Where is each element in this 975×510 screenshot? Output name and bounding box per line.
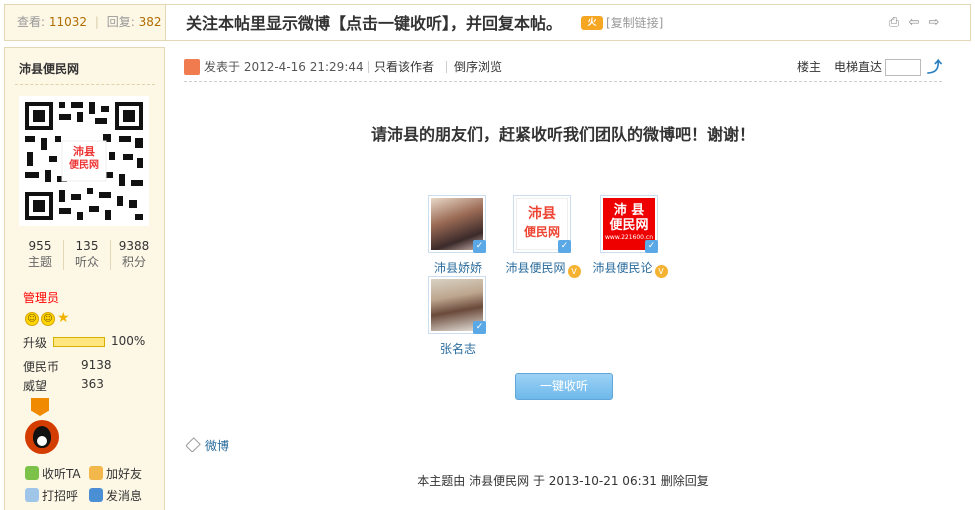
author-icon — [184, 59, 200, 75]
print-icon[interactable]: ⎙ — [886, 15, 902, 31]
sun-rank-icon: ☺ — [41, 312, 55, 326]
currency-value: 9138 — [81, 358, 112, 372]
stat-label: 听众 — [74, 255, 99, 269]
weibo-user-name[interactable]: 沛县娇娇 — [418, 259, 498, 276]
user-group[interactable]: 管理员 — [23, 289, 59, 306]
verified-icon: ✓ — [645, 240, 658, 253]
add-friend-icon — [89, 466, 103, 480]
copy-link-button[interactable]: [复制链接] — [606, 5, 663, 42]
views-count: 11032 — [48, 15, 88, 29]
logo-line1: 沛县 — [528, 206, 556, 222]
qr-logo-line1: 沛县 — [73, 145, 95, 158]
post-heading: 请沛县的朋友们，赶紧收听我们团队的微博吧！谢谢！ — [370, 125, 755, 144]
greet-link[interactable]: 打招呼 — [25, 487, 78, 504]
weibo-user-name: 沛县便民网 — [505, 261, 566, 275]
thread-title: 关注本帖里显示微博【点击一键收听】，并回复本帖。 — [186, 14, 563, 33]
logo-line2: 便民网 — [523, 225, 560, 239]
vip-badge-icon: V — [567, 265, 581, 278]
star-rank-icon: ★ — [57, 310, 70, 326]
tag-link[interactable]: 微博 — [205, 437, 229, 454]
tag-icon — [185, 437, 201, 453]
note-prefix: 本主题由 — [417, 474, 466, 488]
note-action-link[interactable]: 删除回复 — [661, 474, 709, 488]
avatar[interactable]: 沛 县 便民网 www.221600.cn ✓ — [600, 195, 658, 253]
follow-ta-link[interactable]: 收听TA — [25, 465, 81, 482]
vip-badge-icon: V — [654, 265, 668, 278]
post-meta-bar: 发表于 2012-4-16 21:29:44 只看该作者 倒序浏览 楼主 电梯直… — [184, 52, 942, 82]
upgrade-progress-bar — [53, 337, 105, 347]
prestige-value: 363 — [81, 377, 104, 391]
stat-label: 积分 — [121, 255, 146, 269]
sun-rank-icon: ☺ — [25, 312, 39, 326]
previous-thread-icon[interactable]: ⇦ — [906, 15, 922, 31]
add-friend-label: 加好友 — [106, 467, 143, 481]
note-user-link[interactable]: 沛县便民网 — [469, 474, 529, 488]
note-time: 于 2013-10-21 06:31 — [532, 474, 657, 488]
thread-stats: 查看: 11032 | 回复: 382 — [5, 5, 166, 40]
message-icon — [89, 488, 103, 502]
stat-points[interactable]: 9388 积分 — [111, 238, 157, 270]
avatar[interactable]: ✓ — [428, 195, 486, 253]
replies-count: 382 — [138, 15, 162, 29]
greet-label: 打招呼 — [42, 489, 79, 503]
verified-icon: ✓ — [473, 240, 486, 253]
only-author-link[interactable]: 只看该作者 — [374, 52, 434, 82]
stat-value: 135 — [75, 239, 99, 253]
stat-threads[interactable]: 955 主题 — [17, 238, 63, 270]
author-sidebar: 沛县便民网 沛县 便民网 955 主题 135 听众 9388 积分 管理员 ☺… — [4, 47, 165, 510]
moderation-note: 本主题由 沛县便民网 于 2013-10-21 06:31 删除回复 — [184, 472, 942, 489]
next-thread-icon[interactable]: ⇨ — [926, 15, 942, 31]
verified-icon: ✓ — [558, 240, 571, 253]
floor-label: 楼主 — [797, 60, 822, 74]
weibo-user-name: 沛县便民论 — [592, 261, 653, 275]
stat-value: 9388 — [118, 239, 150, 253]
views-label: 查看: — [17, 15, 46, 29]
logo-line1: 沛 县 — [613, 203, 645, 218]
follow-icon — [25, 466, 39, 480]
prestige-label: 威望 — [23, 379, 48, 393]
weibo-user-name[interactable]: 张名志 — [418, 340, 498, 357]
qq-penguin-belly — [37, 436, 47, 446]
meta-divider — [446, 61, 447, 73]
thread-header: 查看: 11032 | 回复: 382 关注本帖里显示微博【点击一键收听】，并回… — [4, 4, 971, 41]
reverse-order-link[interactable]: 倒序浏览 — [454, 52, 502, 82]
stats-divider: | — [94, 15, 99, 29]
greet-icon — [25, 488, 39, 502]
meta-divider — [368, 61, 369, 73]
verified-icon: ✓ — [473, 321, 486, 334]
follow-ta-label: 收听TA — [42, 467, 81, 481]
author-stats: 955 主题 135 听众 9388 积分 — [17, 238, 155, 274]
post-date: 发表于 2012-4-16 21:29:44 — [204, 60, 364, 74]
qr-logo-line2: 便民网 — [69, 160, 99, 171]
currency-label: 便民币 — [23, 360, 60, 374]
hot-thread-icon: 火 — [581, 16, 603, 30]
medal-icon — [31, 398, 49, 416]
stat-listeners[interactable]: 135 听众 — [64, 238, 110, 270]
elevator-label: 电梯直达 — [834, 60, 883, 74]
weibo-user-name-row[interactable]: 沛县便民网 V — [503, 259, 583, 278]
stat-value: 955 — [28, 239, 52, 253]
qr-code: 沛县 便民网 — [19, 96, 149, 226]
upgrade-percent: 100% — [111, 334, 146, 348]
author-divider — [15, 84, 155, 85]
replies-label: 回复: — [106, 15, 135, 29]
upgrade-label: 升级 — [23, 336, 48, 350]
follow-all-button[interactable]: 一键收听 — [515, 373, 613, 400]
avatar[interactable]: ✓ — [428, 276, 486, 334]
elevator-input[interactable] — [885, 59, 921, 76]
elevator-go-icon[interactable]: ⤴ — [927, 58, 942, 76]
add-friend-link[interactable]: 加好友 — [89, 465, 142, 482]
avatar[interactable]: 沛县 便民网 ✓ — [513, 195, 571, 253]
send-message-label: 发消息 — [106, 489, 143, 503]
author-name[interactable]: 沛县便民网 — [19, 60, 79, 77]
weibo-user-name-row[interactable]: 沛县便民论 V — [590, 259, 670, 278]
stat-label: 主题 — [27, 255, 52, 269]
send-message-link[interactable]: 发消息 — [89, 487, 142, 504]
logo-line2: 便民网 — [609, 218, 649, 233]
